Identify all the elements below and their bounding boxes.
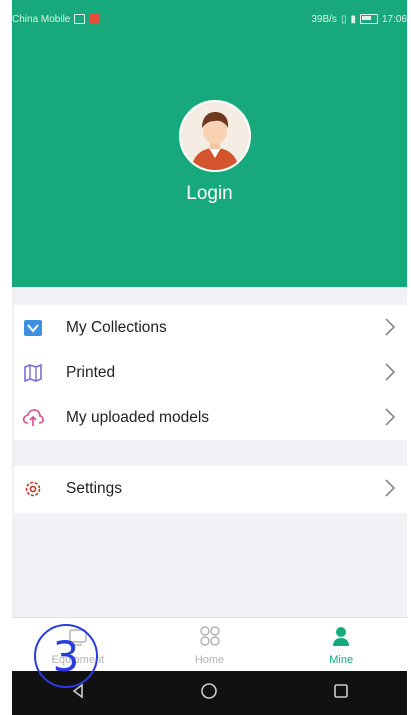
chevron-right-icon (381, 316, 399, 338)
printed-map-icon (22, 362, 44, 384)
settings-group: Settings (14, 466, 407, 513)
home-grid-icon (199, 625, 221, 652)
network-speed: 39B/s (311, 13, 337, 25)
menu-item-my-collections[interactable]: My Collections (14, 305, 407, 350)
user-avatar-icon[interactable] (179, 100, 251, 172)
collections-icon (22, 317, 44, 339)
login-link[interactable]: Login (12, 183, 407, 205)
vibrate-icon: ▯ (340, 13, 347, 25)
status-bar: China Mobile 39B/s ▯ ▮ 17:06 (12, 10, 407, 28)
signal-icon: ▮ (350, 13, 356, 25)
nav-label: Mine (329, 654, 354, 666)
notification-icon (89, 14, 101, 24)
home-circle-icon[interactable] (200, 682, 218, 705)
nav-tab-home[interactable]: Home (144, 618, 276, 672)
chevron-right-icon (381, 361, 399, 383)
menu-group: My Collections Printed My uploaded model… (14, 305, 407, 440)
chevron-right-icon (381, 406, 399, 428)
app-frame: China Mobile 39B/s ▯ ▮ 17:06 Login My Co… (0, 0, 411, 715)
menu-item-label: Settings (66, 479, 123, 497)
sim-icon (74, 14, 86, 24)
time-label: 17:06 (381, 13, 407, 25)
nav-tab-mine[interactable]: Mine (275, 618, 407, 672)
menu-item-label: Printed (66, 363, 116, 381)
menu-item-label: My uploaded models (66, 408, 210, 426)
chevron-right-icon (381, 477, 399, 499)
nav-label: Home (194, 654, 225, 666)
menu-item-label: My Collections (66, 318, 167, 336)
carrier-label: China Mobile (12, 13, 71, 25)
step-number-badge: 3 (34, 624, 98, 688)
gear-icon (22, 478, 44, 500)
recents-square-icon[interactable] (332, 682, 350, 705)
menu-item-printed[interactable]: Printed (14, 350, 407, 395)
menu-item-my-uploaded-models[interactable]: My uploaded models (14, 395, 407, 440)
cloud-upload-icon (22, 407, 44, 429)
battery-icon (359, 14, 378, 24)
person-icon (330, 625, 352, 652)
menu-item-settings[interactable]: Settings (14, 466, 407, 511)
